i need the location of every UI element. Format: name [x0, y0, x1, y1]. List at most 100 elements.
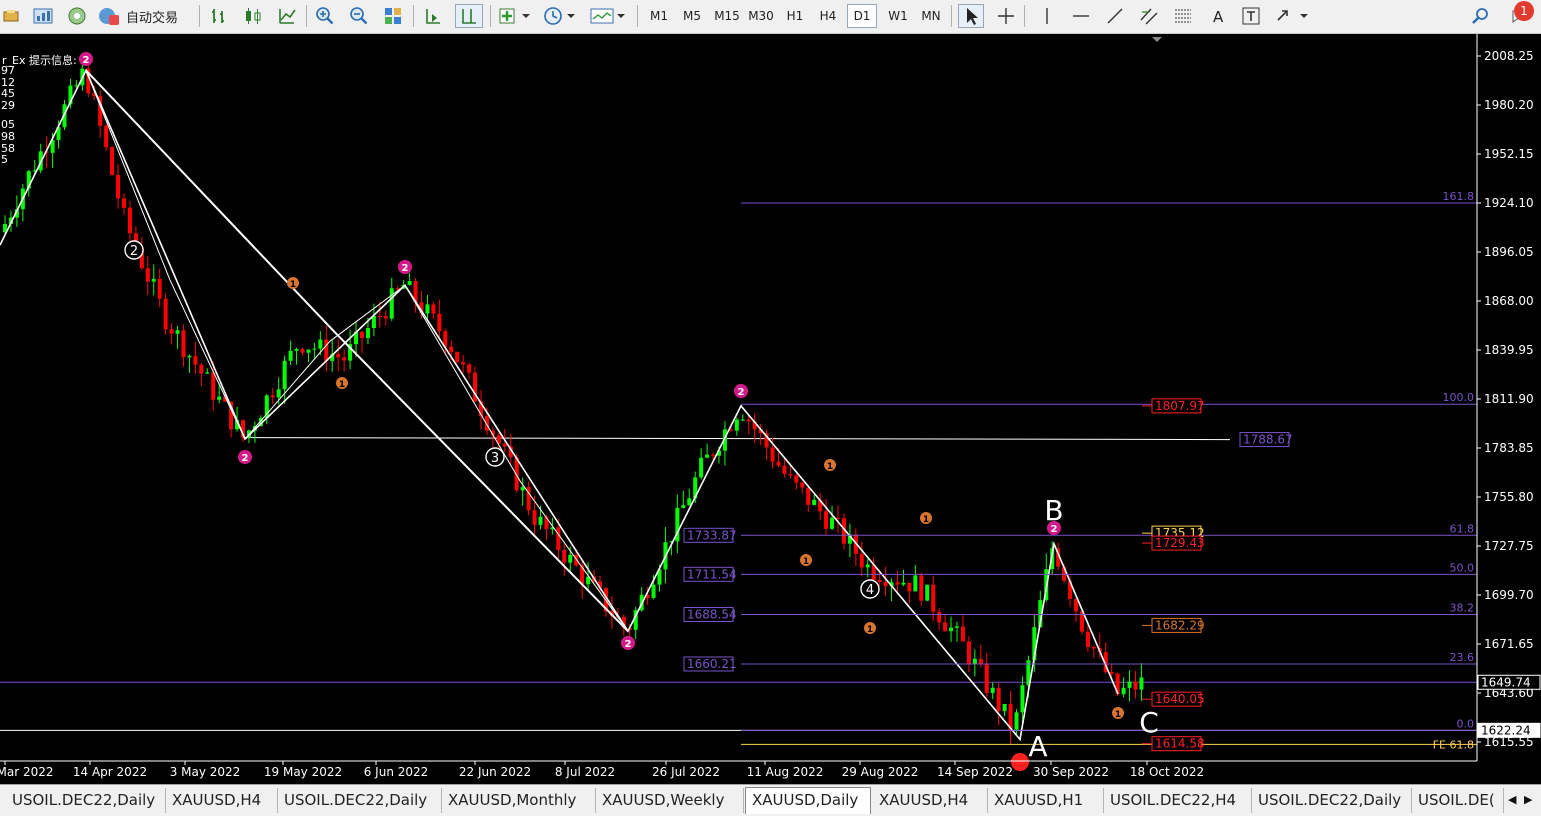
- search-icon[interactable]: [1469, 4, 1493, 28]
- timeframe-h4-button[interactable]: H4: [814, 4, 842, 28]
- projection-price-label: 1807.97: [1155, 399, 1205, 413]
- tab-xauusd-monthly[interactable]: XAUUSD,Monthly: [442, 788, 596, 813]
- cursor-icon[interactable]: [958, 4, 984, 28]
- candle: [1014, 712, 1019, 730]
- candle: [312, 348, 317, 350]
- candle: [288, 350, 293, 361]
- market-watch-icon[interactable]: [32, 4, 54, 28]
- wave-circle-label: 2: [130, 244, 138, 259]
- toolbar-separator: [490, 5, 491, 27]
- candle: [342, 357, 347, 361]
- indicators-dropdown[interactable]: [497, 4, 533, 28]
- price-tick-label: 2008.25: [1484, 49, 1534, 63]
- candle: [211, 372, 216, 400]
- toolbar-separator: [637, 5, 638, 27]
- timeframe-mn-button[interactable]: MN: [916, 4, 946, 28]
- timeframe-m5-button[interactable]: M5: [678, 4, 706, 28]
- price-chart[interactable]: 1788.67 161.8 100.0 61.8 50.0 38.2 23.6 0.0 FE …: [0, 34, 1541, 784]
- tab-xauusd-h1[interactable]: XAUUSD,H1: [988, 788, 1104, 813]
- candle: [800, 482, 805, 488]
- tab-xauusd-weekly[interactable]: XAUUSD,Weekly: [596, 788, 744, 813]
- fib-level-label: 161.8: [1443, 190, 1475, 203]
- candle: [788, 474, 793, 476]
- candle: [562, 550, 567, 563]
- timeframe-d1-button[interactable]: D1: [847, 4, 877, 28]
- price-tick-label: 1952.15: [1484, 147, 1534, 161]
- candle: [812, 499, 817, 505]
- templates-dropdown[interactable]: [588, 4, 628, 28]
- fibonacci-icon[interactable]: [1170, 4, 1196, 28]
- chart-shift-icon[interactable]: [455, 4, 483, 28]
- navigator-icon[interactable]: [66, 4, 88, 28]
- vertical-line-icon[interactable]: [1034, 4, 1060, 28]
- bar-chart-icon[interactable]: [207, 4, 231, 28]
- timeframe-m1-button[interactable]: M1: [645, 4, 673, 28]
- candle: [1109, 671, 1114, 674]
- text-tool-icon[interactable]: A: [1205, 4, 1231, 28]
- text-label-icon[interactable]: [1238, 4, 1264, 28]
- chart-canvas[interactable]: 1788.67 161.8 100.0 61.8 50.0 38.2 23.6 0.0 FE …: [0, 34, 1541, 784]
- candle: [687, 498, 692, 506]
- fib-level-label: 0.0: [1457, 717, 1475, 730]
- candle: [782, 465, 787, 475]
- candle: [746, 419, 751, 422]
- tab-xauusd-h4[interactable]: XAUUSD,H4: [873, 788, 988, 813]
- tab-usoil-dec22-daily[interactable]: USOIL.DEC22,Daily: [6, 788, 166, 813]
- crosshair-icon[interactable]: [993, 4, 1019, 28]
- candle: [794, 475, 799, 483]
- equidistant-channel-icon[interactable]: [1136, 4, 1162, 28]
- tab-scroll-right-icon[interactable]: ▶: [1524, 793, 1532, 806]
- periods-dropdown[interactable]: [542, 4, 578, 28]
- timeframe-m15-button[interactable]: M15: [710, 4, 744, 28]
- candle: [1121, 687, 1126, 695]
- date-tick-label: 14 Apr 2022: [73, 765, 147, 779]
- candlestick-icon[interactable]: [241, 4, 265, 28]
- candle: [806, 487, 811, 505]
- line-chart-icon[interactable]: [275, 4, 299, 28]
- tab-xauusd-daily[interactable]: XAUUSD,Daily: [745, 787, 871, 814]
- zigzag-major: [85, 69, 629, 632]
- projection-price-label: 1729.43: [1155, 536, 1205, 550]
- tile-windows-icon[interactable]: [381, 4, 405, 28]
- tab-scroll-left-icon[interactable]: ◀: [1508, 793, 1516, 806]
- svg-text:A: A: [1213, 8, 1224, 26]
- wave-marker-label: 1: [339, 380, 345, 390]
- candle: [187, 355, 192, 358]
- timeframe-m30-button[interactable]: M30: [745, 4, 777, 28]
- date-tick-label: 18 Oct 2022: [1130, 765, 1204, 779]
- trendline-icon[interactable]: [1102, 4, 1128, 28]
- marked-price-label: 1622.24: [1481, 723, 1531, 737]
- candle: [175, 330, 180, 334]
- timeframe-w1-button[interactable]: W1: [883, 4, 913, 28]
- fib-level-label: 61.8: [1450, 522, 1475, 535]
- notifications-button[interactable]: 1: [1500, 1, 1538, 28]
- tab-xauusd-h4[interactable]: XAUUSD,H4: [166, 788, 278, 813]
- auto-scroll-icon[interactable]: [421, 4, 445, 28]
- candle: [984, 663, 989, 693]
- candle: [978, 658, 983, 664]
- candle: [734, 419, 739, 431]
- fib-price-label: 1711.54: [687, 567, 737, 581]
- candle: [776, 461, 781, 466]
- fib-level-label: 38.2: [1450, 601, 1475, 614]
- arrows-dropdown[interactable]: [1273, 4, 1313, 28]
- new-order-icon[interactable]: [2, 4, 20, 28]
- autotrading-button[interactable]: 自动交易: [98, 4, 190, 28]
- price-tick-label: 1727.75: [1484, 539, 1534, 553]
- tab-usoil-dec22-partial[interactable]: USOIL.DE(: [1412, 788, 1504, 813]
- tab-usoil-dec22-daily[interactable]: USOIL.DEC22,Daily: [278, 788, 442, 813]
- horizontal-line-icon[interactable]: [1068, 4, 1094, 28]
- candle: [937, 611, 942, 623]
- toolbar-separator: [413, 5, 414, 27]
- tab-usoil-dec22-h4[interactable]: USOIL.DEC22,H4: [1104, 788, 1252, 813]
- timeframe-h1-button[interactable]: H1: [781, 4, 809, 28]
- notification-badge: 1: [1514, 1, 1534, 21]
- tab-usoil-dec22-daily[interactable]: USOIL.DEC22,Daily: [1252, 788, 1412, 813]
- zoom-in-icon[interactable]: [313, 4, 337, 28]
- candle: [883, 582, 888, 587]
- wave-letter-label: A: [1028, 730, 1047, 763]
- fib-price-label: 1733.87: [687, 528, 737, 542]
- zoom-out-icon[interactable]: [347, 4, 371, 28]
- toolbar-separator: [951, 5, 952, 27]
- candle: [157, 278, 162, 299]
